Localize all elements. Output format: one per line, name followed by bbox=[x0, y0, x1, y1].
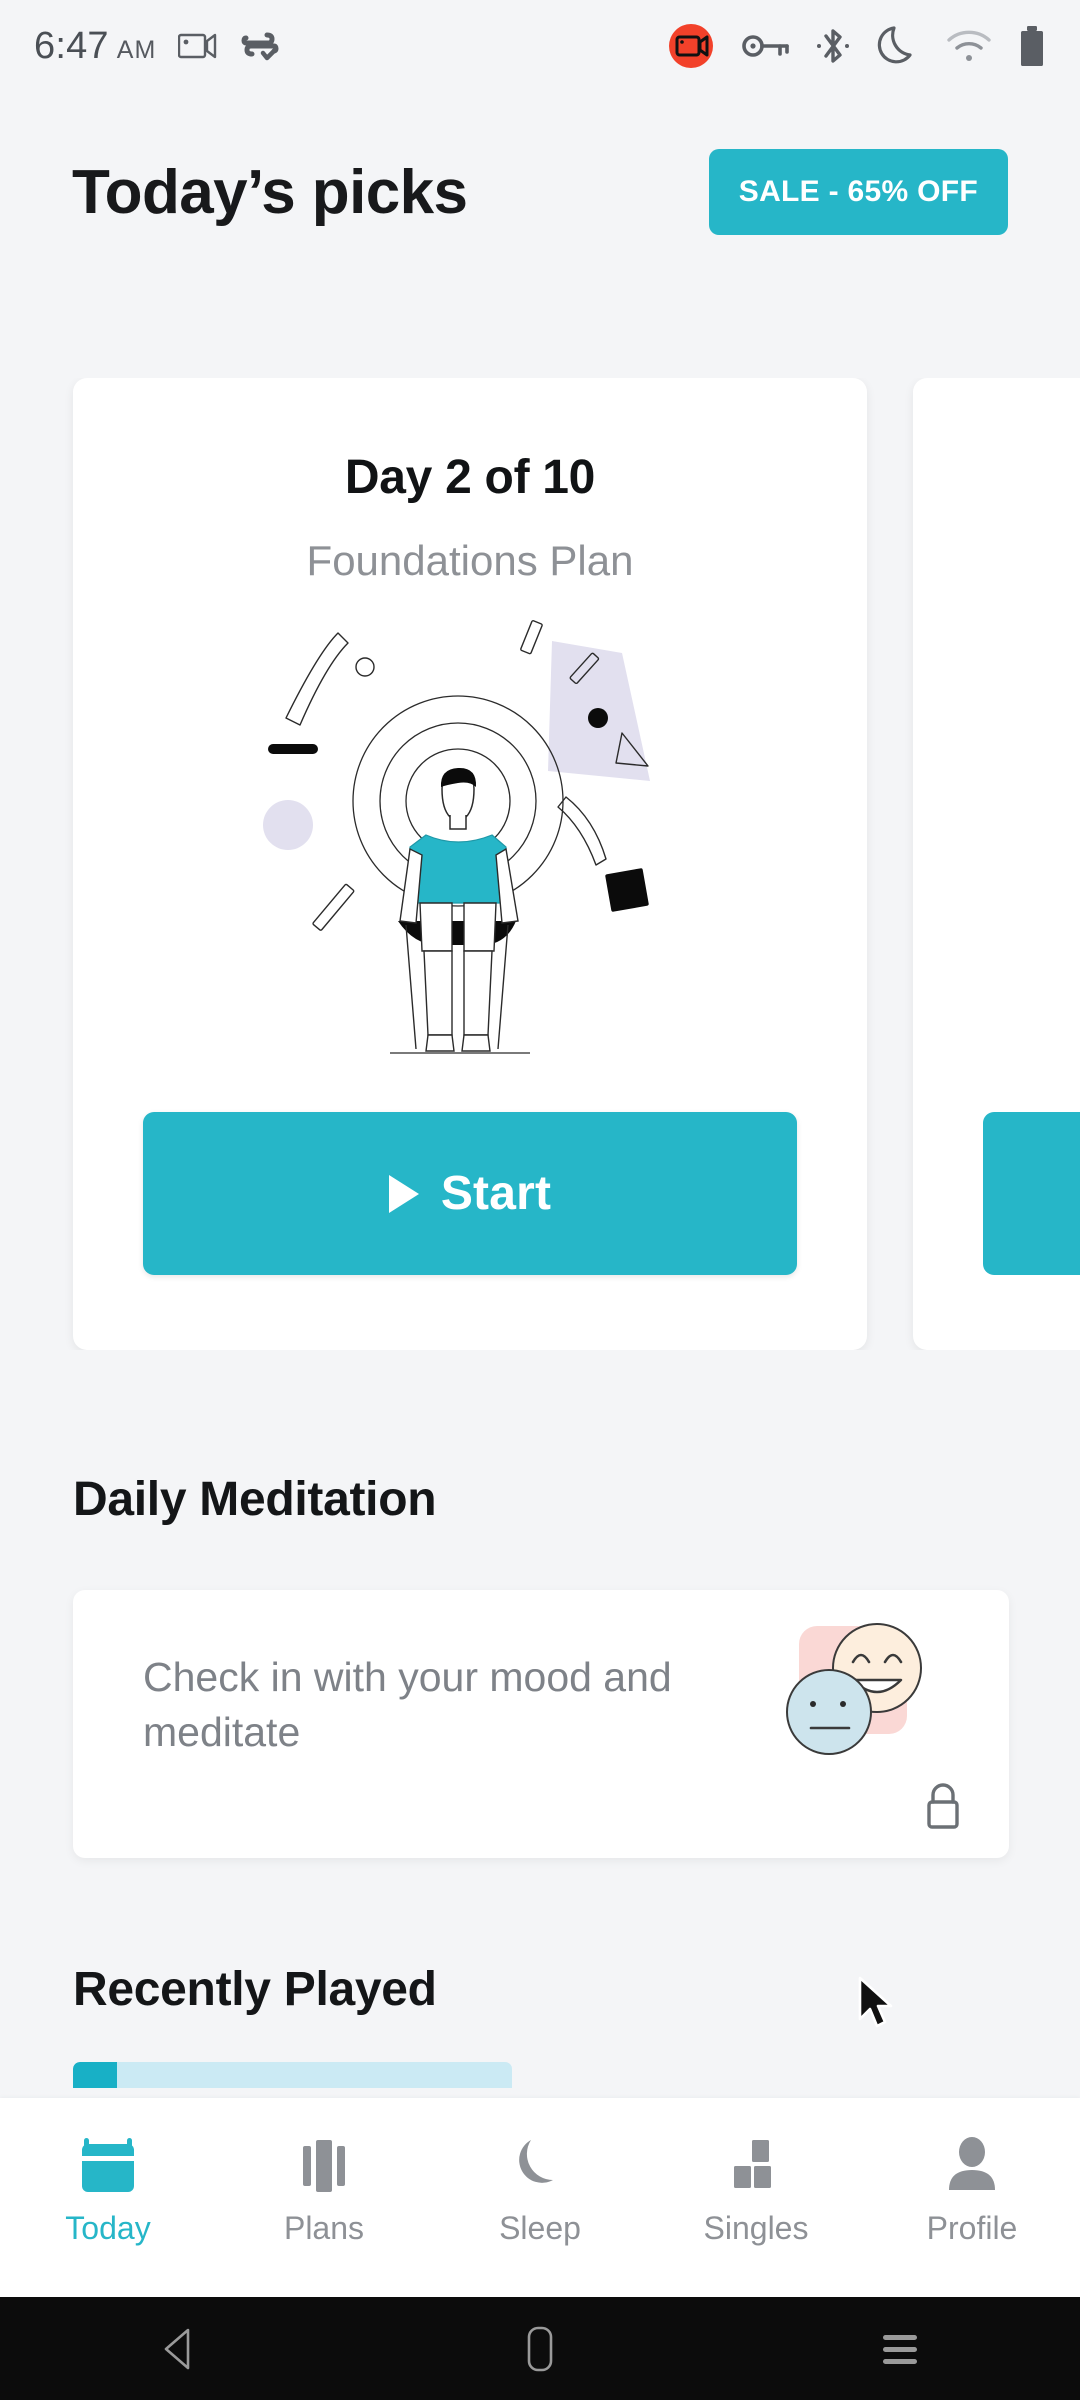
nav-item-singles[interactable]: Singles bbox=[648, 2098, 864, 2247]
nav-label-plans: Plans bbox=[283, 2210, 365, 2246]
start-button-peek[interactable] bbox=[983, 1112, 1080, 1275]
plan-card-next-peek[interactable] bbox=[913, 378, 1080, 1350]
columns-icon bbox=[303, 2140, 345, 2192]
recently-played-progress-track[interactable] bbox=[73, 2062, 512, 2088]
vpn-key-icon bbox=[742, 35, 789, 57]
start-button-label: Start bbox=[440, 1167, 552, 1220]
wifi-icon bbox=[947, 30, 991, 61]
nav-label-singles: Singles bbox=[703, 2210, 809, 2246]
back-triangle-icon[interactable] bbox=[105, 2297, 255, 2400]
clock-time: 6:47 bbox=[34, 24, 109, 67]
status-bar-right bbox=[666, 21, 1046, 71]
recent-apps-icon[interactable] bbox=[825, 2297, 975, 2400]
recently-played-progress-fill bbox=[73, 2062, 117, 2088]
bottom-navigation-bar: Today Plans Sleep Singles Profile bbox=[0, 2098, 1080, 2297]
app-header: Today’s picks SALE - 65% OFF bbox=[0, 92, 1080, 292]
sale-badge-button[interactable]: SALE - 65% OFF bbox=[708, 149, 1008, 235]
lock-icon bbox=[927, 1783, 959, 1829]
mood-card-text: Check in with your mood and meditate bbox=[143, 1654, 672, 1756]
nav-item-today[interactable]: Today bbox=[0, 2098, 216, 2247]
screen-record-icon bbox=[178, 33, 217, 59]
status-bar-left: 6:47 AM bbox=[34, 25, 280, 68]
two-mood-faces-illustration bbox=[786, 1623, 922, 1755]
nav-label-today: Today bbox=[65, 2210, 151, 2246]
nav-item-profile[interactable]: Profile bbox=[864, 2098, 1080, 2247]
start-button[interactable]: Start bbox=[143, 1112, 797, 1275]
person-icon bbox=[949, 2137, 995, 2190]
nav-label-sleep: Sleep bbox=[499, 2210, 581, 2246]
clock-ampm: AM bbox=[116, 35, 157, 64]
moon-icon bbox=[519, 2140, 553, 2183]
nav-label-profile: Profile bbox=[926, 2210, 1018, 2246]
battery-icon bbox=[1021, 26, 1043, 66]
plan-day-label: Day 2 of 10 bbox=[344, 451, 596, 504]
mood-checkin-card[interactable]: Check in with your mood and meditate bbox=[73, 1590, 1009, 1858]
status-bar-clock: 6:47 AM bbox=[34, 25, 156, 68]
person-meditating-illustration bbox=[263, 620, 650, 1054]
bluetooth-icon bbox=[817, 29, 849, 63]
recently-played-section-title: Recently Played bbox=[73, 1963, 437, 2016]
data-saver-check-icon bbox=[241, 32, 279, 61]
android-system-navigation-bar bbox=[0, 2297, 1080, 2400]
do-not-disturb-moon-icon bbox=[877, 26, 912, 64]
daily-meditation-section-title: Daily Meditation bbox=[73, 1473, 437, 1526]
page-title: Today’s picks bbox=[72, 157, 468, 227]
home-square-icon[interactable] bbox=[465, 2297, 615, 2400]
plan-name-label: Foundations Plan bbox=[306, 537, 634, 584]
nav-item-plans[interactable]: Plans bbox=[216, 2098, 432, 2247]
nav-item-sleep[interactable]: Sleep bbox=[432, 2098, 648, 2247]
status-bar: 6:47 AM bbox=[0, 0, 1080, 92]
plan-card[interactable]: Day 2 of 10 Foundations Plan Start bbox=[73, 378, 867, 1350]
screen-recording-active-icon bbox=[669, 24, 713, 68]
blocks-icon bbox=[734, 2140, 771, 2188]
mouse-cursor bbox=[858, 1976, 893, 2028]
app-screen: 6:47 AM Today’s picks SALE - 65% OFF Day… bbox=[0, 0, 1080, 2400]
plan-card-carousel[interactable]: Day 2 of 10 Foundations Plan Start bbox=[0, 378, 1080, 1350]
calendar-icon bbox=[82, 2138, 134, 2192]
play-icon bbox=[388, 1174, 419, 1213]
